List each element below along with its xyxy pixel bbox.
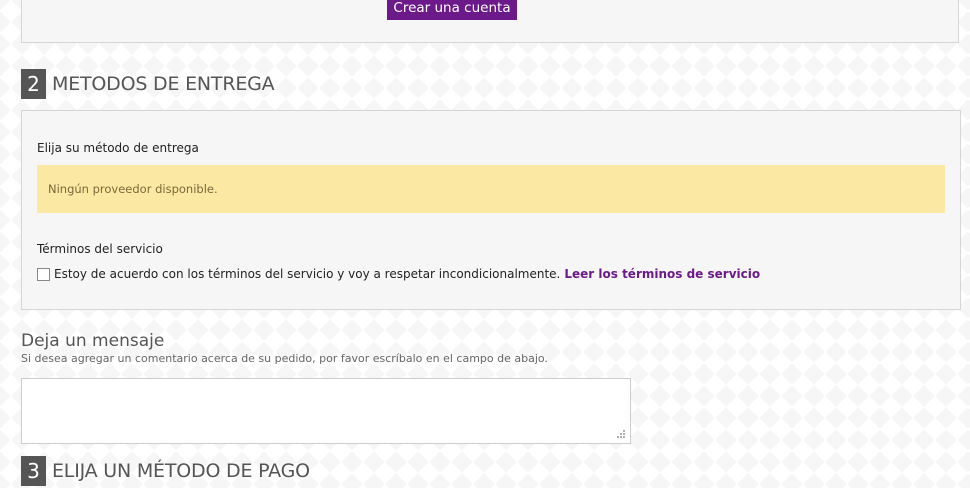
checkout-page: Crear una cuenta 2 METODOS DE ENTREGA El…: [0, 0, 970, 488]
message-textarea[interactable]: [21, 378, 631, 444]
step-number-badge: 3: [21, 456, 46, 486]
resize-grip-icon[interactable]: [613, 428, 627, 442]
no-provider-alert: Ningún proveedor disponible.: [37, 165, 945, 213]
terms-checkbox[interactable]: [37, 267, 50, 281]
message-hint-text: Si desea agregar un comentario acerca de…: [21, 352, 548, 365]
no-provider-message: Ningún proveedor disponible.: [48, 182, 218, 196]
create-account-button[interactable]: Crear una cuenta: [387, 0, 517, 20]
step-2-heading: 2 METODOS DE ENTREGA: [21, 69, 275, 99]
terms-of-service-label: Términos del servicio: [37, 242, 163, 256]
step-title: METODOS DE ENTREGA: [52, 73, 275, 95]
delivery-method-label: Elija su método de entrega: [37, 141, 199, 155]
step-title: ELIJA UN MÉTODO DE PAGO: [52, 460, 310, 482]
terms-agreement-text: Estoy de acuerdo con los términos del se…: [54, 267, 561, 281]
step-3-heading: 3 ELIJA UN MÉTODO DE PAGO: [21, 456, 310, 486]
terms-agreement-row: Estoy de acuerdo con los términos del se…: [37, 267, 760, 281]
read-terms-link[interactable]: Leer los términos de servicio: [564, 267, 760, 281]
message-section-title: Deja un mensaje: [21, 331, 165, 351]
delivery-methods-panel: Elija su método de entrega Ningún provee…: [21, 110, 961, 310]
step-number-badge: 2: [21, 69, 46, 99]
